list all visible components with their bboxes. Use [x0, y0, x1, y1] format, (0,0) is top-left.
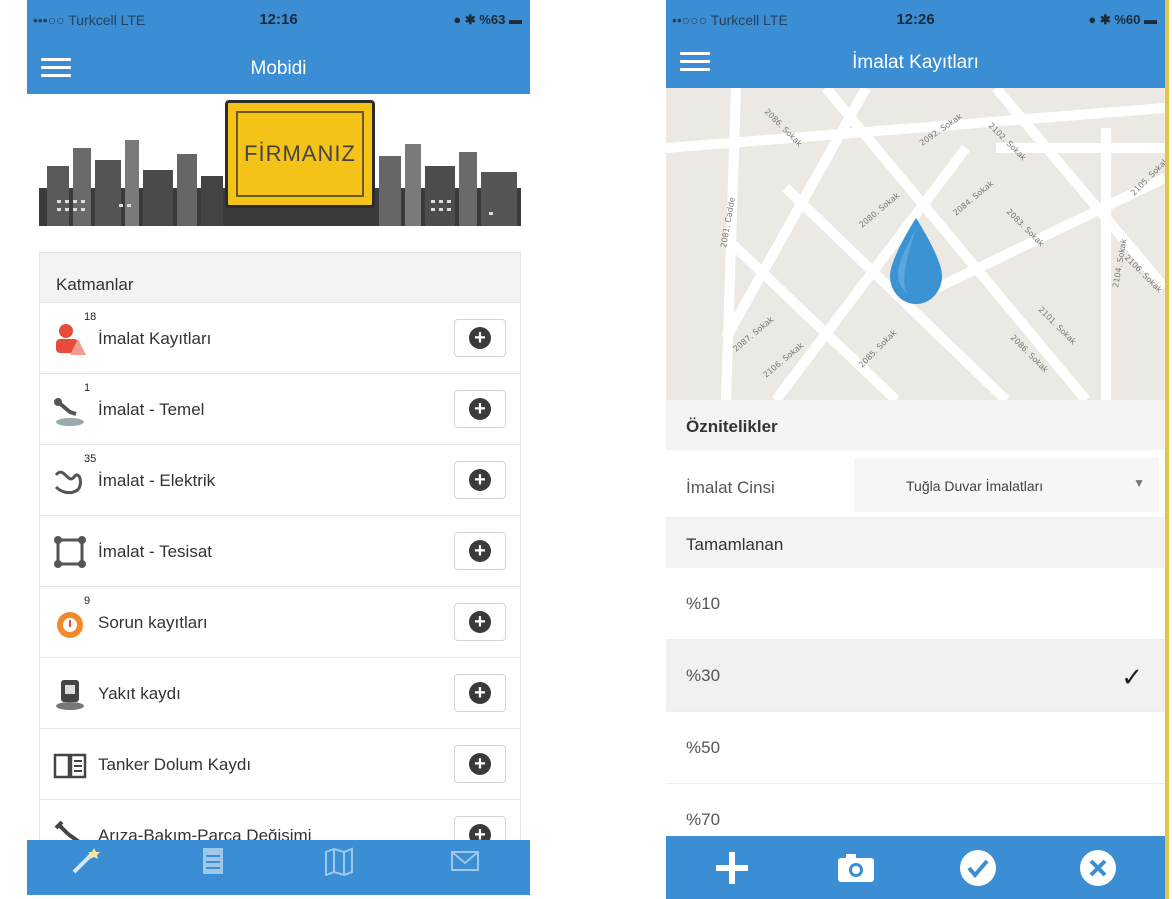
layer-row-yakit-kaydi[interactable]: Yakıt kaydı + [40, 658, 520, 729]
layers-panel: Katmanlar 18 İmalat Kayıtları + 1 İmalat… [39, 252, 521, 842]
layer-row-imalat-temel[interactable]: 1 İmalat - Temel + [40, 374, 520, 445]
battery-indicator: ● ✱ %60 ▬ [1088, 12, 1157, 27]
add-button[interactable]: + [454, 461, 506, 499]
alarm-icon [57, 612, 83, 638]
layer-row-imalat-tesisat[interactable]: İmalat - Tesisat + [40, 516, 520, 587]
banner-text: FİRMANIZ [244, 141, 356, 166]
map-pin-icon[interactable] [886, 216, 946, 308]
option-label: %70 [686, 810, 721, 829]
tab-list[interactable] [183, 846, 243, 892]
layer-count: 9 [84, 595, 91, 607]
app-title: Mobidi [250, 58, 307, 79]
street-label: 2104. Sokak [1111, 238, 1129, 289]
magic-wand-icon [72, 848, 100, 874]
layer-label: İmalat - Elektrik [98, 471, 216, 490]
app-bar: İmalat Kayıtları [666, 36, 1165, 88]
field-imalat-cinsi: İmalat Cinsi Tuğla Duvar İmalatları ▼ [666, 452, 1165, 518]
company-sign: FİRMANIZ [225, 100, 375, 208]
add-button[interactable]: + [454, 603, 506, 641]
action-toolbar [666, 836, 1165, 899]
street-label: 2085. Sokak [857, 328, 899, 370]
app-title: İmalat Kayıtları [852, 52, 979, 73]
add-button[interactable]: + [454, 745, 506, 783]
add-button[interactable]: + [454, 816, 506, 841]
cable-icon [54, 470, 82, 495]
option-label: %30 [686, 666, 721, 685]
checkmark-icon: ✓ [1121, 662, 1143, 692]
plus-icon: + [469, 327, 491, 349]
layer-count: 35 [84, 453, 97, 465]
option-50[interactable]: %50 [666, 712, 1165, 784]
add-button[interactable]: + [454, 319, 506, 357]
fuel-pump-icon [56, 680, 84, 710]
layer-label: Tanker Dolum Kaydı [98, 755, 252, 774]
tab-map[interactable] [309, 846, 369, 892]
completed-title: Tamamlanan [666, 518, 1165, 568]
company-banner: FİRMANIZ [39, 96, 521, 226]
plus-icon[interactable] [710, 846, 754, 890]
layer-row-ariza-bakim[interactable]: Arıza-Bakım-Parça Değişimi + [40, 800, 520, 841]
plus-icon: + [469, 682, 491, 704]
tab-mail[interactable] [435, 846, 495, 892]
close-circle-icon[interactable] [1076, 846, 1120, 890]
layer-count: 1 [84, 382, 91, 394]
plus-icon: + [469, 753, 491, 775]
layer-label: İmalat - Tesisat [98, 542, 213, 561]
option-30[interactable]: %30 ✓ [666, 640, 1165, 712]
app-bar: Mobidi [27, 42, 530, 94]
select-value: Tuğla Duvar İmalatları [906, 478, 1044, 494]
pipes-icon [54, 536, 86, 568]
plus-icon: + [469, 540, 491, 562]
layer-row-imalat-elektrik[interactable]: 35 İmalat - Elektrik + [40, 445, 520, 516]
attributes-title: Öznitelikler [666, 400, 1165, 450]
option-label: %10 [686, 594, 721, 613]
wrench-icon [54, 820, 82, 841]
add-button[interactable]: + [454, 390, 506, 428]
record-form-screen: ••○○○ Turkcell LTE 12:26 ● ✱ %60 ▬ İmala… [666, 0, 1169, 899]
layer-count: 18 [84, 311, 97, 323]
book-icon [53, 753, 87, 779]
imalat-cinsi-select[interactable]: Tuğla Duvar İmalatları ▼ [854, 458, 1159, 512]
street-label: 2084. Sokak [952, 179, 996, 218]
layer-row-imalat-kayitlari[interactable]: 18 İmalat Kayıtları + [40, 303, 520, 374]
add-button[interactable]: + [454, 674, 506, 712]
layer-label: İmalat - Temel [98, 400, 205, 419]
chevron-down-icon: ▼ [1133, 476, 1145, 490]
tab-magic-wand[interactable] [55, 846, 115, 892]
excavator-icon [54, 398, 84, 426]
layer-row-tanker-dolum[interactable]: Tanker Dolum Kaydı + [40, 729, 520, 800]
map-icon [325, 847, 353, 876]
option-label: %50 [686, 738, 721, 757]
layer-label: Yakıt kaydı [98, 684, 181, 703]
layers-title: Katmanlar [40, 253, 520, 303]
worker-warning-icon [56, 324, 86, 355]
layer-row-sorun-kayitlari[interactable]: 9 Sorun kayıtları + [40, 587, 520, 658]
plus-icon: + [469, 398, 491, 420]
street-label: 2102. Sokak [987, 121, 1029, 163]
layers-screen: •••○○ Turkcell LTE 12:16 ● ✱ %63 ▬ Mobid… [27, 0, 530, 895]
field-label: İmalat Cinsi [686, 478, 775, 497]
plus-icon: + [469, 469, 491, 491]
mail-icon [451, 851, 479, 871]
bottom-tab-bar [27, 840, 530, 895]
map-view[interactable]: 2081. Cadde 2086. Sokak 2092. Sokak 2102… [666, 88, 1165, 400]
layer-label: Sorun kayıtları [98, 613, 208, 632]
layer-label: İmalat Kayıtları [98, 329, 212, 348]
list-icon [203, 848, 223, 874]
plus-icon: + [469, 611, 491, 633]
battery-indicator: ● ✱ %63 ▬ [453, 12, 522, 27]
status-bar: •••○○ Turkcell LTE 12:16 ● ✱ %63 ▬ [27, 0, 530, 42]
option-10[interactable]: %10 [666, 568, 1165, 640]
check-circle-icon[interactable] [956, 846, 1000, 890]
add-button[interactable]: + [454, 532, 506, 570]
camera-icon[interactable] [834, 846, 878, 890]
